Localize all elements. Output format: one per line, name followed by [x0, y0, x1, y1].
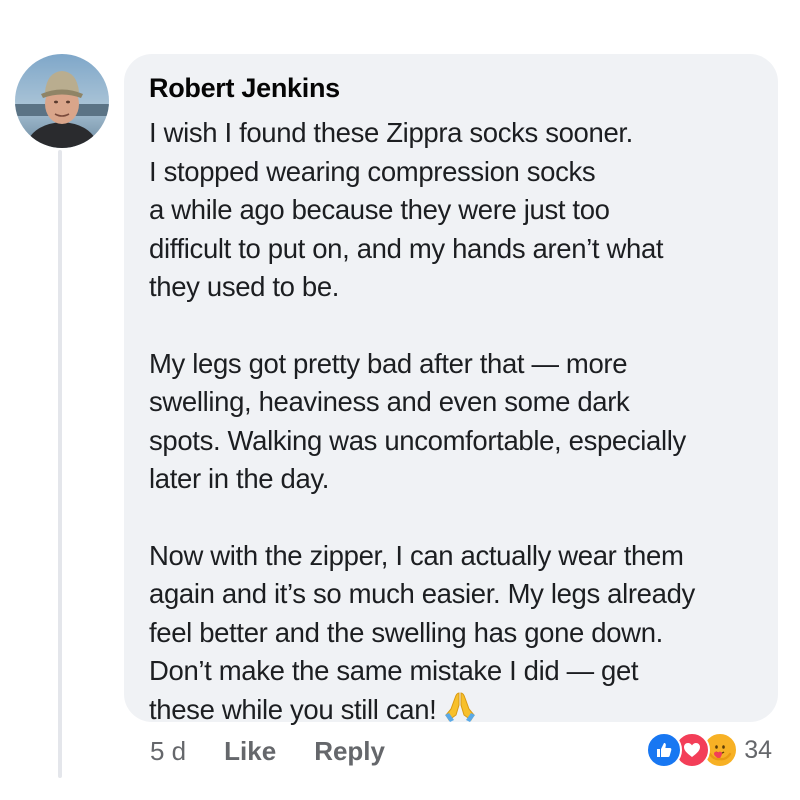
avatar-photo	[15, 54, 109, 148]
like-button[interactable]: Like	[224, 736, 276, 767]
like-icon	[646, 732, 683, 768]
avatar[interactable]	[15, 54, 109, 148]
comment-line: spots. Walking was uncomfortable, especi…	[149, 424, 686, 456]
comment-paragraph-2: My legs got pretty bad after that — more…	[149, 345, 754, 499]
comment-line: a while ago because they were just too	[149, 194, 610, 225]
comment-line: feel better and the swelling has gone do…	[149, 616, 663, 648]
comment-line: My legs got pretty bad after that — more	[149, 347, 628, 379]
folded-hands-emoji-icon	[442, 691, 478, 725]
comment-actions: 5 d Like Reply	[150, 734, 385, 768]
comment-line: difficult to put on, and my hands aren’t…	[149, 232, 664, 264]
comment-line: swelling, heaviness and even some dark	[149, 386, 630, 417]
comment-line: Don’t make the same mistake I did — get	[149, 655, 639, 686]
reply-button[interactable]: Reply	[314, 736, 385, 767]
comment-line: I stopped wearing compression socks	[149, 155, 596, 187]
comment-line-last: these while you still can!	[149, 691, 754, 730]
comment-line: later in the day.	[149, 463, 330, 494]
comment-paragraph-1: I wish I found these Zippra socks sooner…	[149, 114, 754, 307]
comment-line: Now with the zipper, I can actually wear…	[149, 539, 684, 571]
comment-author[interactable]: Robert Jenkins	[149, 72, 754, 104]
comment-bubble: Robert Jenkins I wish I found these Zipp…	[124, 54, 778, 725]
comment-timestamp[interactable]: 5 d	[150, 736, 186, 767]
comment-line-text: these while you still can!	[149, 693, 437, 725]
reaction-count: 34	[744, 735, 772, 764]
comment-line: they used to be.	[149, 271, 340, 302]
comment-line: again and it’s so much easier. My legs a…	[149, 578, 695, 609]
comment-line: I wish I found these Zippra socks sooner…	[149, 117, 633, 148]
comment-paragraph-3: Now with the zipper, I can actually wear…	[149, 537, 754, 730]
thread-line	[58, 150, 62, 778]
reactions-summary[interactable]: 34	[646, 730, 772, 770]
